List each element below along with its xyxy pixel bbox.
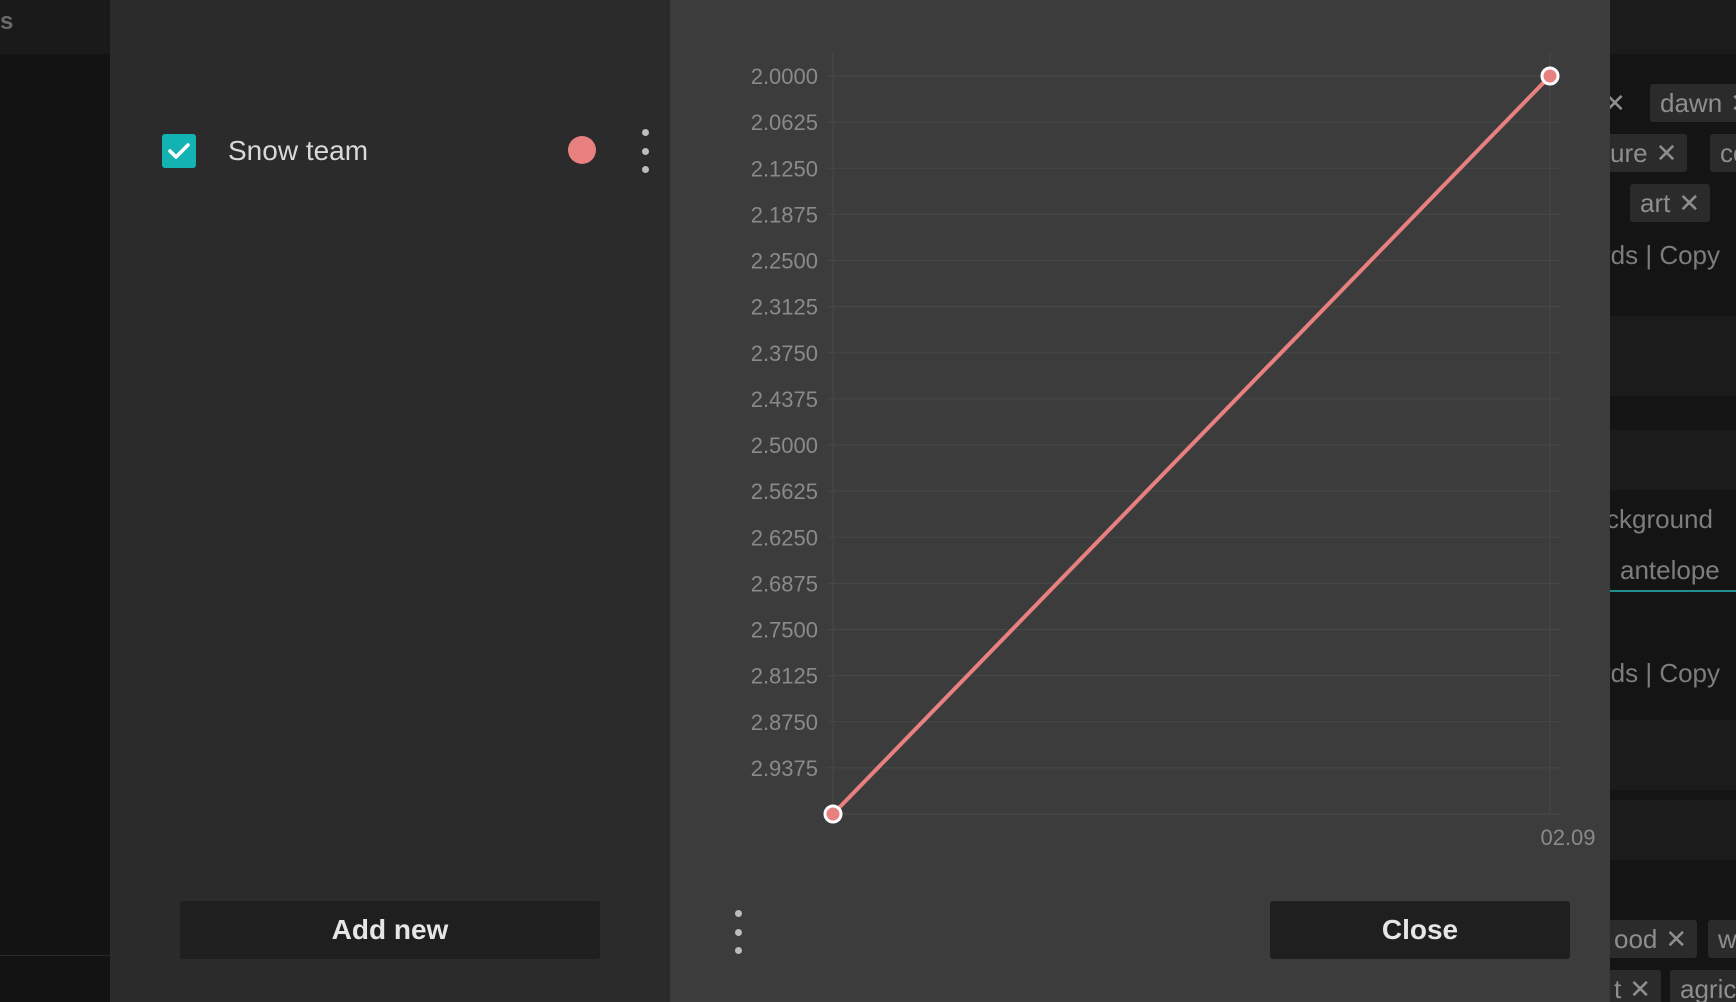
chart-grid: [827, 52, 1560, 815]
background-text: ckground: [1610, 504, 1713, 534]
line-chart: 2.0000 2.0625 2.1250 2.1875 2.2500 2.3125 2.37…: [751, 52, 1596, 850]
y-tick-label: 2.1250: [751, 156, 818, 181]
y-tick-label: 2.8125: [751, 664, 818, 689]
y-tick-label: 2.9375: [751, 756, 818, 781]
background-topbar: s: [0, 0, 110, 54]
chart-more-options-icon[interactable]: [730, 910, 746, 954]
background-tag: ure ✕: [1610, 134, 1688, 172]
background-tag-close: ✕: [1610, 88, 1626, 118]
x-tick-label: 02.09: [1540, 825, 1595, 850]
team-color-swatch[interactable]: [568, 136, 596, 164]
y-tick-label: 2.3750: [751, 341, 818, 366]
background-tag: dawn✕: [1650, 84, 1736, 122]
background-tag: t ✕: [1610, 970, 1662, 1002]
background-text: antelope: [1620, 555, 1720, 585]
background-band: [1610, 800, 1736, 860]
y-tick-label: 2.0625: [751, 110, 818, 135]
checkmark-icon: [168, 143, 190, 159]
background-left-panel: s: [0, 0, 110, 1002]
team-checkbox[interactable]: [162, 134, 196, 168]
y-tick-label: 2.3125: [751, 295, 818, 320]
y-tick-label: 2.5000: [751, 433, 818, 458]
background-tag: co: [1710, 134, 1736, 172]
y-tick-label: 2.7500: [751, 618, 818, 643]
team-list-panel: Snow team Add new: [110, 0, 670, 1002]
background-band: [1610, 316, 1736, 396]
background-text: rds | Copy: [1610, 240, 1721, 270]
y-tick-label: 2.4375: [751, 387, 818, 412]
y-axis: 2.0000 2.0625 2.1250 2.1875 2.2500 2.3125 2.37…: [751, 64, 818, 781]
y-tick-label: 2.2500: [751, 249, 818, 274]
background-tag: ood ✕: [1610, 920, 1698, 958]
background-tag: w: [1708, 920, 1736, 958]
chart-panel: 2.0000 2.0625 2.1250 2.1875 2.2500 2.3125 2.37…: [670, 0, 1610, 1002]
close-button[interactable]: Close: [1270, 901, 1570, 959]
background-band: [1610, 0, 1736, 54]
background-band: [1610, 430, 1736, 490]
background-tag: art ✕: [1630, 184, 1711, 222]
background-title-fragment: s: [0, 8, 14, 35]
background-right-panel: ✕ dawn✕ ure✕ co art✕ rds | Copy ckground…: [1610, 0, 1736, 1002]
background-input-underline: [1610, 590, 1736, 592]
background-divider: [0, 955, 110, 956]
background-band: [1610, 720, 1736, 790]
y-tick-label: 2.6875: [751, 571, 818, 596]
team-name: Snow team: [228, 135, 369, 166]
y-tick-label: 2.6250: [751, 525, 818, 550]
team-more-options-icon[interactable]: [637, 129, 653, 173]
data-point: [823, 804, 843, 824]
add-new-button[interactable]: Add new: [180, 901, 600, 959]
y-tick-label: 2.1875: [751, 202, 818, 227]
y-tick-label: 2.8750: [751, 710, 818, 735]
y-tick-label: 2.0000: [751, 64, 818, 89]
team-row: Snow team: [162, 129, 649, 173]
background-tag: agric: [1670, 970, 1736, 1002]
background-text: rds | Copy: [1610, 658, 1721, 688]
data-point: [1540, 66, 1560, 86]
x-axis: 02.09: [1540, 825, 1595, 850]
y-tick-label: 2.5625: [751, 479, 818, 504]
